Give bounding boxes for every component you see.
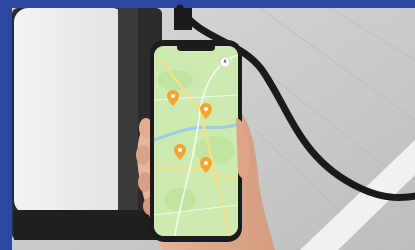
cable-connector xyxy=(174,8,192,30)
phone-notch xyxy=(177,44,215,51)
photo-frame xyxy=(0,0,415,250)
smartphone xyxy=(150,40,242,242)
ev-charging-photo xyxy=(0,0,415,250)
